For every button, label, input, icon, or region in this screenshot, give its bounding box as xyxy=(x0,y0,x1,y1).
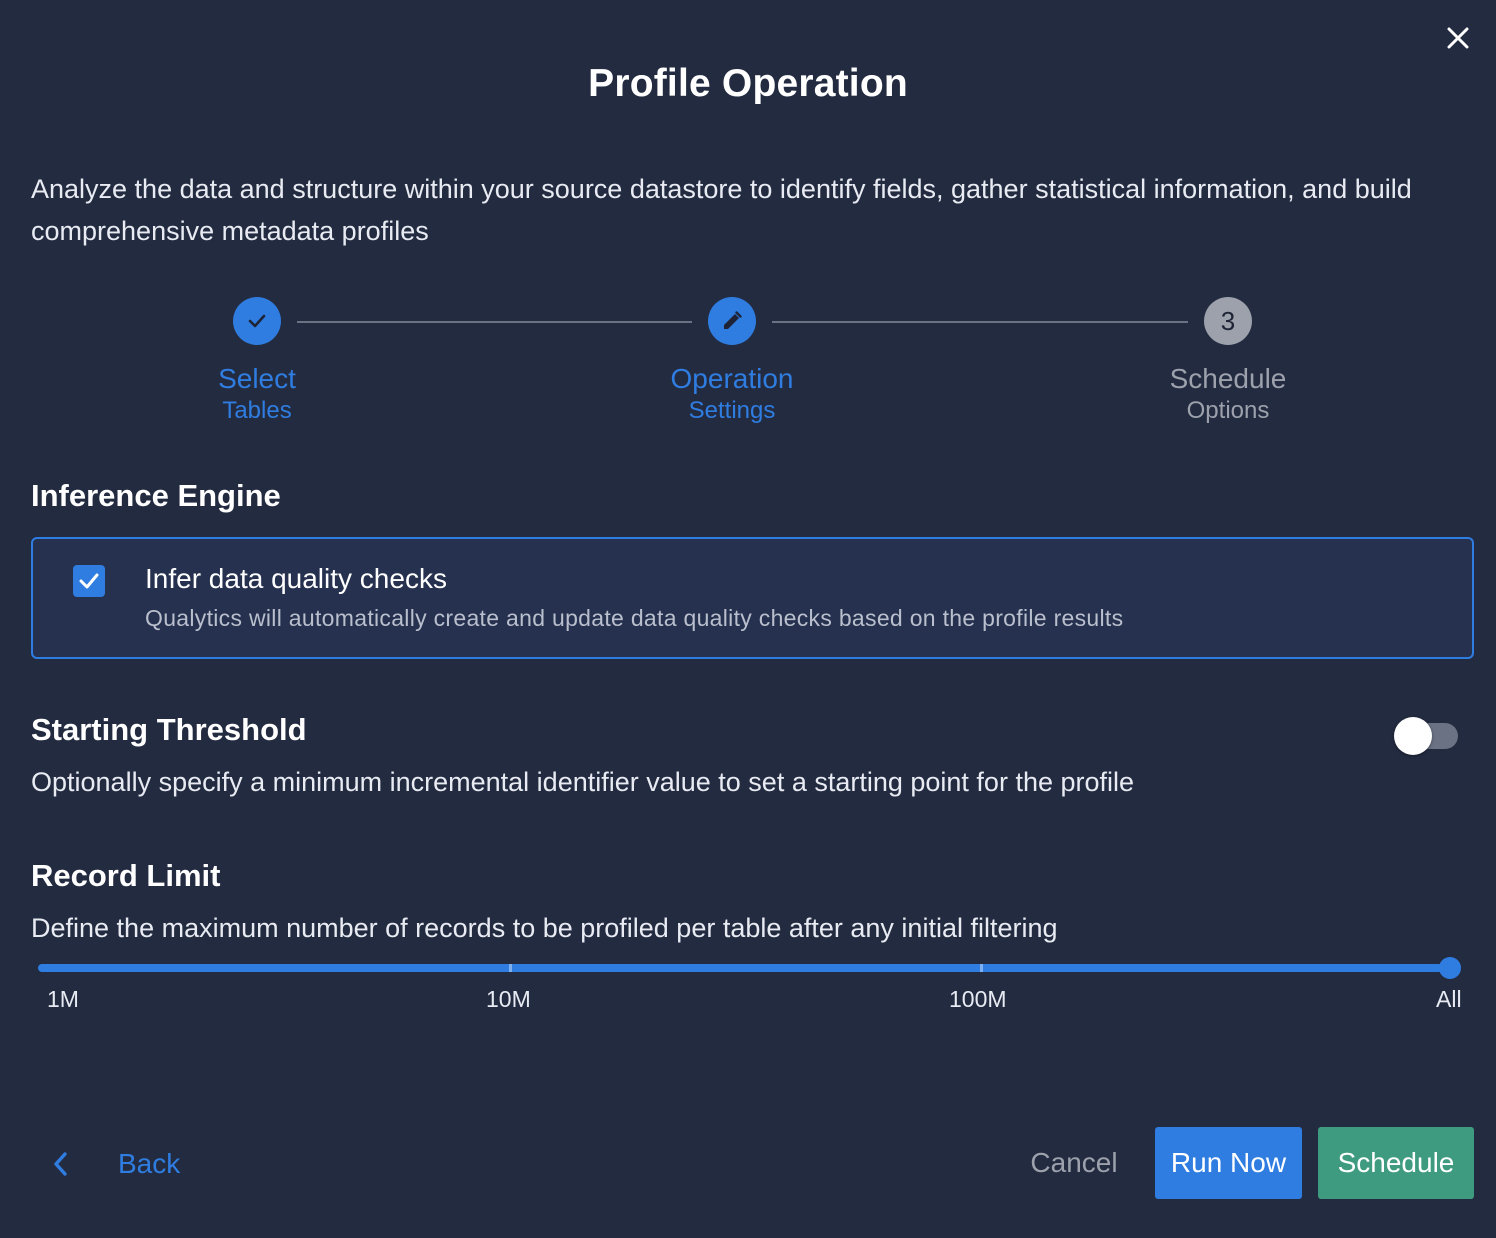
check-icon xyxy=(248,314,266,328)
run-now-button[interactable]: Run Now xyxy=(1155,1127,1302,1199)
step-connector xyxy=(772,321,1188,323)
toggle-thumb xyxy=(1394,717,1432,755)
step-label-line1: Operation xyxy=(670,363,794,394)
starting-threshold-description: Optionally specify a minimum incremental… xyxy=(31,767,1135,797)
slider-tick xyxy=(509,964,512,972)
step-connector xyxy=(297,321,692,323)
step-label-select-tables: Select Tables xyxy=(137,362,377,426)
dialog-description: Analyze the data and structure within yo… xyxy=(31,174,1412,246)
infer-checks-option-card[interactable]: Infer data quality checks Qualytics will… xyxy=(31,537,1474,659)
profile-operation-dialog: Profile Operation Analyze the data and s… xyxy=(0,0,1496,1238)
slider-thumb[interactable] xyxy=(1439,957,1461,979)
record-limit-heading: Record Limit xyxy=(31,858,221,893)
step-label-line2: Tables xyxy=(222,397,292,424)
infer-checks-description: Qualytics will automatically create and … xyxy=(145,605,1124,631)
step-label-line2: Options xyxy=(1186,397,1270,424)
step-number: 3 xyxy=(1220,305,1236,336)
back-button[interactable]: Back xyxy=(50,1136,180,1192)
step-operation-settings[interactable] xyxy=(708,297,756,345)
infer-checks-checkbox[interactable] xyxy=(73,565,105,597)
close-button[interactable] xyxy=(1442,22,1474,54)
record-limit-slider[interactable] xyxy=(38,954,1461,982)
slider-track xyxy=(38,964,1452,972)
step-label-line1: Schedule xyxy=(1169,363,1287,394)
back-label: Back xyxy=(118,1148,181,1179)
slider-tick xyxy=(980,964,983,972)
step-label-line1: Select xyxy=(218,363,296,394)
starting-threshold-toggle[interactable] xyxy=(1394,717,1460,755)
step-select-tables[interactable] xyxy=(233,297,281,345)
step-label-schedule-options: Schedule Options xyxy=(1108,362,1348,426)
record-limit-description: Define the maximum number of records to … xyxy=(31,913,1058,943)
step-label-operation-settings: Operation Settings xyxy=(612,362,852,426)
dialog-title: Profile Operation xyxy=(588,62,908,105)
cancel-button[interactable]: Cancel xyxy=(1010,1127,1138,1199)
stepper: Select Tables Operation Settings 3 Sched… xyxy=(0,296,1496,436)
step-label-line2: Settings xyxy=(688,397,776,424)
slider-mark-1m: 1M xyxy=(47,986,79,1012)
slider-mark-10m: 10M xyxy=(486,986,531,1012)
slider-mark-100m: 100M xyxy=(949,986,1007,1012)
schedule-button[interactable]: Schedule xyxy=(1318,1127,1474,1199)
close-icon xyxy=(1447,27,1469,49)
checkmark-icon xyxy=(79,573,99,589)
chevron-left-icon xyxy=(54,1152,67,1176)
pencil-icon xyxy=(724,311,742,329)
infer-checks-title: Infer data quality checks xyxy=(145,563,447,594)
step-schedule-options[interactable]: 3 xyxy=(1204,297,1252,345)
slider-mark-all: All xyxy=(1436,986,1462,1012)
inference-engine-heading: Inference Engine xyxy=(31,478,281,513)
starting-threshold-heading: Starting Threshold xyxy=(31,712,307,747)
